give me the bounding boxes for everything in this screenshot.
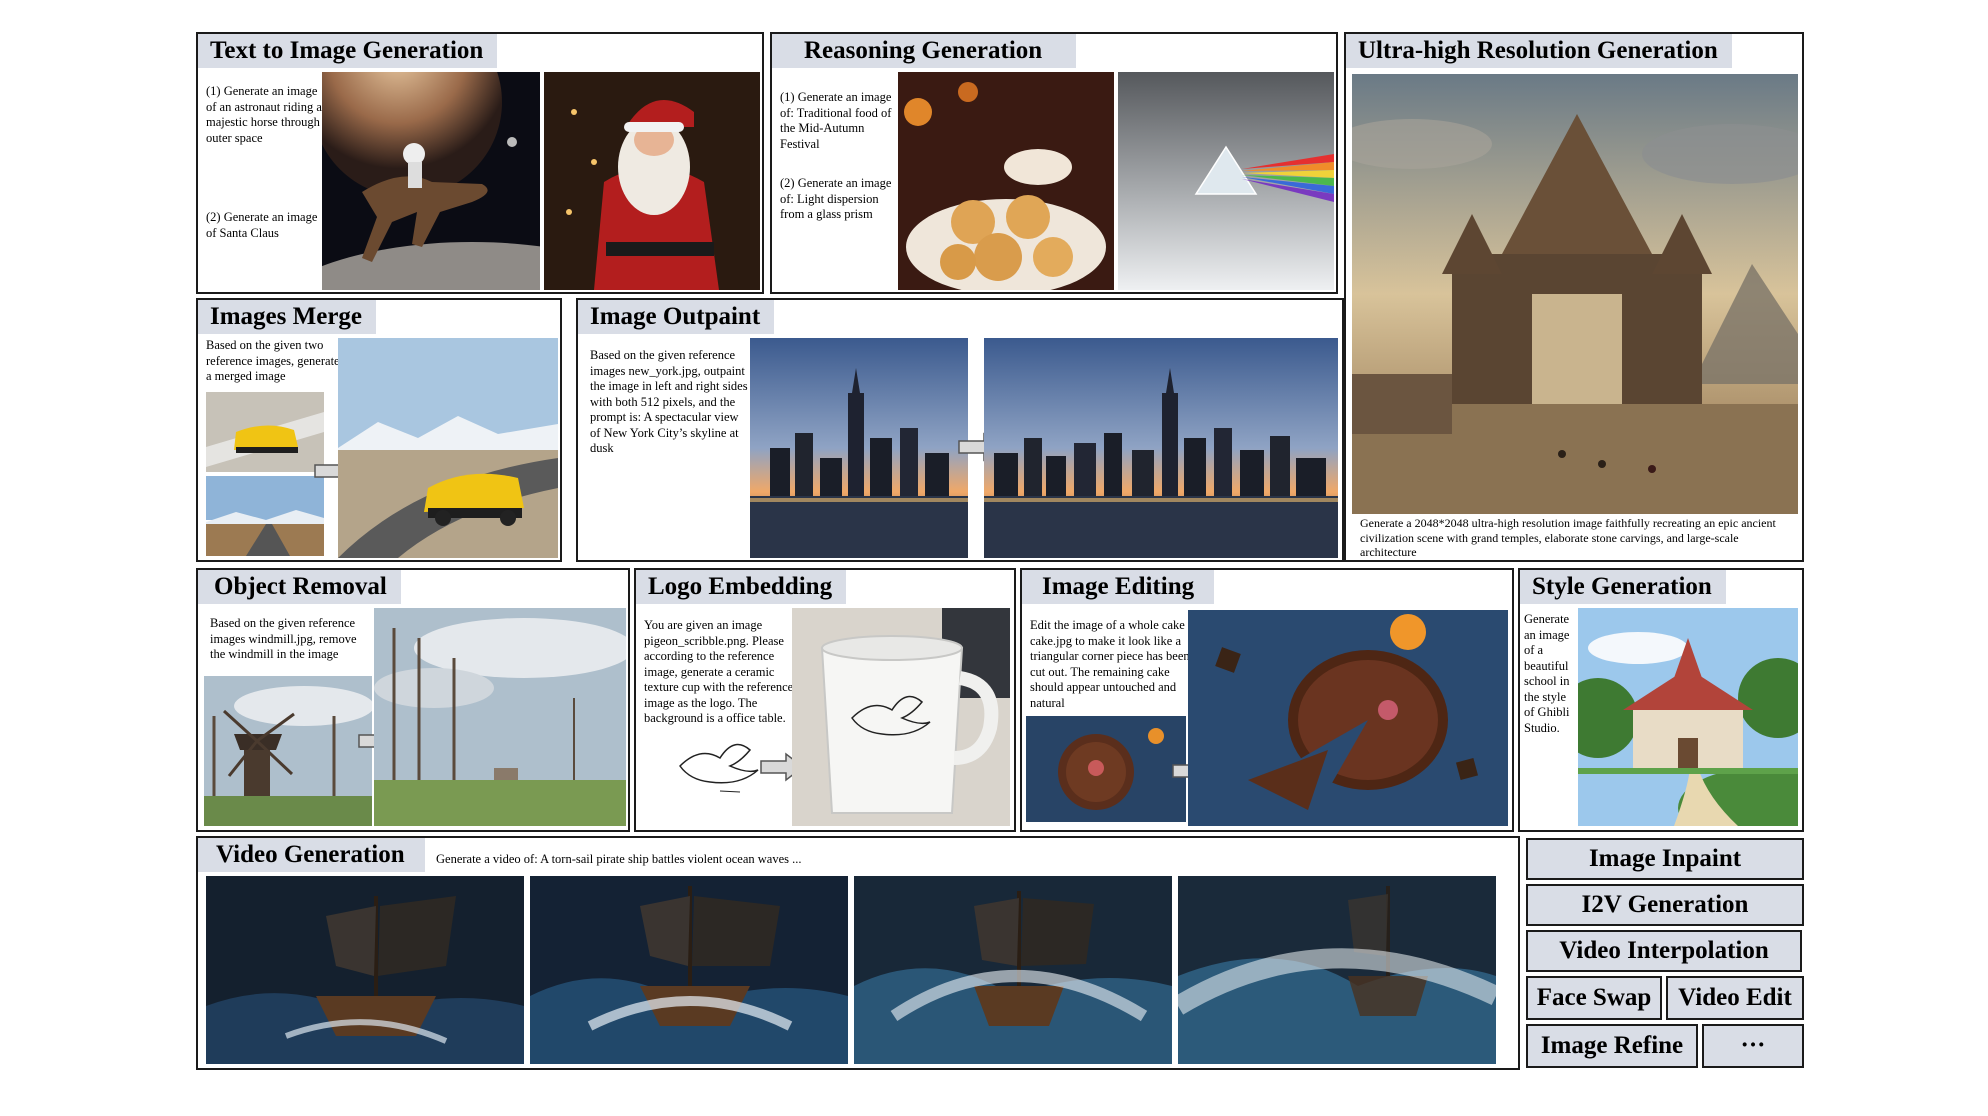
panel-text-to-image: Text to Image Generation (1) Generate an… bbox=[196, 32, 764, 294]
reference-road-image bbox=[206, 476, 324, 556]
ceramic-cup-image bbox=[792, 608, 1010, 826]
i2v-generation-feature: I2V Generation bbox=[1526, 884, 1804, 926]
new-york-reference-image bbox=[750, 338, 968, 558]
panel-image-editing: Image Editing Edit the image of a whole … bbox=[1020, 568, 1514, 832]
panel-logo-embedding: Logo Embedding You are given an image pi… bbox=[634, 568, 1016, 832]
panel-image-outpaint: Image Outpaint Based on the given refere… bbox=[576, 298, 1344, 562]
video-frame-3 bbox=[854, 876, 1172, 1064]
panel-title: Text to Image Generation bbox=[198, 34, 498, 68]
panel-title: Logo Embedding bbox=[636, 570, 847, 604]
panel-title: Image Outpaint bbox=[578, 300, 775, 334]
windmill-removed-image bbox=[374, 608, 626, 826]
panel-ultra-high-resolution: Ultra-high Resolution Generation Generat… bbox=[1344, 32, 1804, 562]
mooncake-image bbox=[898, 72, 1114, 290]
panel-title: Style Generation bbox=[1520, 570, 1726, 604]
outpainted-skyline-image bbox=[984, 338, 1338, 558]
panel-style-generation: Style Generation Generate an image of a … bbox=[1518, 568, 1804, 832]
whole-cake-image bbox=[1026, 716, 1186, 822]
panel-title: Images Merge bbox=[198, 300, 377, 334]
merged-result-image bbox=[338, 338, 558, 558]
video-frame-4 bbox=[1178, 876, 1496, 1064]
face-swap-feature: Face Swap bbox=[1526, 976, 1662, 1020]
image-inpaint-feature: Image Inpaint bbox=[1526, 838, 1804, 880]
prompt-2: (2) Generate an image of Santa Claus bbox=[206, 210, 318, 240]
panel-reasoning: Reasoning Generation (1) Generate an ima… bbox=[770, 32, 1338, 294]
panel-title: Reasoning Generation bbox=[772, 34, 1077, 68]
prompt-1: (1) Generate an image of: Traditional fo… bbox=[780, 90, 892, 151]
panel-video-generation: Video Generation Generate a video of: A … bbox=[196, 836, 1520, 1070]
cut-cake-image bbox=[1188, 610, 1508, 826]
video-frame-2 bbox=[530, 876, 848, 1064]
panel-title: Image Editing bbox=[1022, 570, 1215, 604]
video-prompt: Generate a video of: A torn-sail pirate … bbox=[436, 852, 802, 866]
panel-images-merge: Images Merge Based on the given two refe… bbox=[196, 298, 562, 562]
video-frame-1 bbox=[206, 876, 524, 1064]
panel-title: Ultra-high Resolution Generation bbox=[1346, 34, 1732, 68]
prompt-2: (2) Generate an image of: Light dispersi… bbox=[780, 176, 892, 221]
astronaut-horse-image bbox=[322, 72, 540, 290]
panel-object-removal: Object Removal Based on the given refere… bbox=[196, 568, 630, 832]
video-interpolation-feature: Video Interpolation bbox=[1526, 930, 1802, 972]
more-features-ellipsis: ··· bbox=[1702, 1024, 1804, 1068]
panel-title: Video Generation bbox=[198, 838, 425, 872]
image-refine-feature: Image Refine bbox=[1526, 1024, 1698, 1068]
ultra-caption: Generate a 2048*2048 ultra-high resoluti… bbox=[1360, 516, 1776, 559]
prompt-1: (1) Generate an image of an astronaut ri… bbox=[206, 84, 322, 145]
style-prompt: Generate an image of a beautiful school … bbox=[1524, 612, 1570, 735]
removal-prompt: Based on the given reference images wind… bbox=[210, 616, 357, 661]
video-edit-feature: Video Edit bbox=[1666, 976, 1804, 1020]
prism-image bbox=[1118, 72, 1334, 290]
windmill-reference-image bbox=[204, 676, 372, 826]
outpaint-prompt: Based on the given reference images new_… bbox=[590, 348, 748, 455]
santa-claus-image bbox=[544, 72, 760, 290]
editing-prompt: Edit the image of a whole cake cake.jpg … bbox=[1030, 618, 1190, 710]
merge-prompt: Based on the given two reference images,… bbox=[206, 338, 340, 383]
panel-title: Object Removal bbox=[198, 570, 401, 604]
reference-car-image bbox=[206, 392, 324, 472]
ghibli-school-image bbox=[1578, 608, 1798, 826]
ancient-temple-image bbox=[1352, 74, 1798, 514]
pigeon-scribble-image bbox=[670, 726, 770, 806]
logo-prompt: You are given an image pigeon_scribble.p… bbox=[644, 618, 794, 725]
